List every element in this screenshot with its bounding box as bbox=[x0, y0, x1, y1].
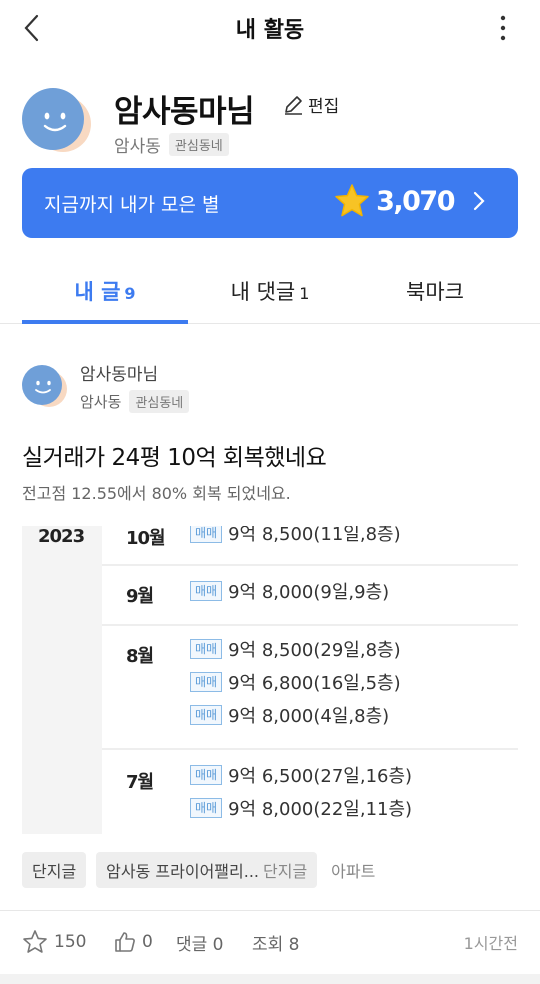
tab-bookmarks[interactable]: 북마크 bbox=[352, 276, 518, 324]
more-options-button[interactable] bbox=[488, 12, 518, 44]
author-location: 암사동 관심동네 bbox=[80, 390, 190, 413]
trade-type-badge: 매매 bbox=[190, 672, 223, 692]
profile-header: 암사동마님 편집 암사동 관심동네 bbox=[22, 86, 522, 166]
tab-count: 9 bbox=[124, 284, 136, 303]
month-label: 10월 bbox=[126, 528, 166, 549]
tag-chip-plain[interactable]: 아파트 bbox=[327, 852, 379, 888]
tag-chip-main: 암사동 프라이어팰리... bbox=[106, 862, 259, 881]
image-trade-panel: 10월 매매 9억 8,500(11일,8층) 9월 매매 9억 8,000(9… bbox=[102, 526, 518, 834]
location-text: 암사동 bbox=[114, 137, 161, 157]
trade-type-badge: 매매 bbox=[190, 765, 223, 785]
activity-tabs: 내 글9 내 댓글 1 북마크 bbox=[0, 262, 540, 324]
author-location-tag: 관심동네 bbox=[129, 390, 190, 413]
month-block: 10월 매매 9억 8,500(11일,8층) bbox=[102, 526, 518, 566]
month-label: 7월 bbox=[126, 772, 154, 793]
thumbs-up-icon bbox=[115, 932, 135, 952]
trade-type-badge: 매매 bbox=[190, 639, 223, 659]
page-title: 내 활동 bbox=[235, 18, 305, 43]
tag-chip-sub: 단지글 bbox=[263, 862, 308, 881]
edit-label: 편집 bbox=[308, 97, 340, 117]
tab-my-posts[interactable]: 내 글9 bbox=[22, 276, 188, 324]
post-image[interactable]: 2023 10월 매매 9억 8,500(11일,8층) 9월 매매 9억 8,… bbox=[22, 526, 518, 834]
trade-type-badge: 매매 bbox=[190, 705, 223, 725]
trade-text: 9억 8,500(29일,8층) bbox=[228, 640, 401, 661]
tag-chip[interactable]: 단지글 bbox=[22, 852, 87, 888]
pencil-icon bbox=[285, 95, 302, 115]
trade-row: 매매 9억 8,000(4일,8층) bbox=[190, 702, 389, 728]
profile-name: 암사동마님 bbox=[114, 94, 255, 130]
month-block: 7월 매매 9억 6,500(27일,16층) 매매 9억 8,000(22일,… bbox=[102, 750, 518, 834]
stars-count: 3,070 bbox=[376, 185, 455, 217]
comment-count: 댓글 0 bbox=[176, 934, 224, 955]
tab-label: 내 글 bbox=[74, 280, 121, 304]
trade-row: 매매 9억 8,000(9일,9층) bbox=[190, 578, 389, 604]
trade-text: 9억 6,800(16일,5층) bbox=[228, 673, 401, 694]
tag-chip-complex[interactable]: 암사동 프라이어팰리... 단지글 bbox=[96, 852, 318, 888]
view-count: 조회 8 bbox=[252, 934, 300, 955]
tab-my-comments[interactable]: 내 댓글 1 bbox=[188, 276, 352, 324]
author-avatar bbox=[22, 365, 67, 407]
month-label: 9월 bbox=[126, 586, 154, 607]
trade-text: 9억 8,000(9일,9층) bbox=[228, 582, 390, 603]
trade-type-badge: 매매 bbox=[190, 581, 223, 601]
thumbs-up-button[interactable]: 0 bbox=[114, 926, 153, 958]
tab-count: 1 bbox=[299, 284, 310, 303]
star-outline-icon bbox=[23, 930, 47, 953]
post-author[interactable]: 암사동마님 암사동 관심동네 bbox=[22, 360, 422, 416]
location-tag: 관심동네 bbox=[168, 133, 229, 156]
trade-text: 9억 8,000(4일,8층) bbox=[228, 706, 390, 727]
chevron-right-icon bbox=[473, 191, 485, 211]
trade-type-badge: 매매 bbox=[190, 798, 223, 818]
post-footer: 150 0 댓글 0 조회 8 1시간전 bbox=[22, 926, 518, 958]
trade-row: 매매 9억 8,500(11일,8층) bbox=[190, 526, 401, 546]
month-label: 8월 bbox=[126, 646, 154, 667]
more-vertical-icon bbox=[500, 15, 506, 41]
top-bar: 내 활동 bbox=[0, 0, 540, 56]
stars-banner[interactable]: 지금까지 내가 모은 별 3,070 bbox=[22, 168, 518, 238]
month-block: 9월 매매 9억 8,000(9일,9층) bbox=[102, 566, 518, 626]
author-location-text: 암사동 bbox=[80, 393, 122, 411]
month-block: 8월 매매 9억 8,500(29일,8층) 매매 9억 6,800(16일,5… bbox=[102, 626, 518, 750]
bottom-spacer bbox=[0, 974, 540, 984]
avatar bbox=[22, 88, 91, 152]
divider bbox=[0, 910, 540, 911]
like-count: 150 bbox=[54, 932, 87, 952]
edit-profile-button[interactable]: 편집 bbox=[282, 92, 339, 117]
trade-row: 매매 9억 6,500(27일,16층) bbox=[190, 762, 412, 788]
post-time: 1시간전 bbox=[463, 934, 518, 953]
stars-count-group: 3,070 bbox=[334, 183, 490, 219]
trade-text: 9억 8,500(11일,8층) bbox=[228, 526, 401, 545]
trade-row: 매매 9억 6,800(16일,5층) bbox=[190, 669, 401, 695]
author-name: 암사동마님 bbox=[80, 365, 159, 385]
active-tab-indicator bbox=[22, 320, 188, 324]
trade-row: 매매 9억 8,500(29일,8층) bbox=[190, 636, 401, 662]
trade-type-badge: 매매 bbox=[190, 526, 223, 543]
thumbs-up-count: 0 bbox=[142, 932, 153, 952]
tab-label: 북마크 bbox=[406, 280, 464, 304]
post-tags: 단지글 암사동 프라이어팰리... 단지글 아파트 bbox=[22, 852, 379, 888]
like-button[interactable]: 150 bbox=[22, 926, 86, 958]
image-year-column: 2023 bbox=[22, 526, 102, 834]
image-year: 2023 bbox=[38, 526, 85, 547]
trade-text: 9억 6,500(27일,16층) bbox=[228, 766, 413, 787]
stars-banner-label: 지금까지 내가 모은 별 bbox=[44, 194, 220, 216]
profile-location: 암사동 관심동네 bbox=[114, 132, 229, 157]
tab-label: 내 댓글 bbox=[230, 280, 296, 304]
post-title[interactable]: 실거래가 24평 10억 회복했네요 bbox=[22, 438, 327, 472]
star-icon bbox=[335, 184, 369, 217]
trade-row: 매매 9억 8,000(22일,11층) bbox=[190, 795, 412, 821]
trade-text: 9억 8,000(22일,11층) bbox=[228, 799, 413, 820]
post-body[interactable]: 전고점 12.55에서 80% 회복 되었네요. bbox=[22, 480, 291, 504]
